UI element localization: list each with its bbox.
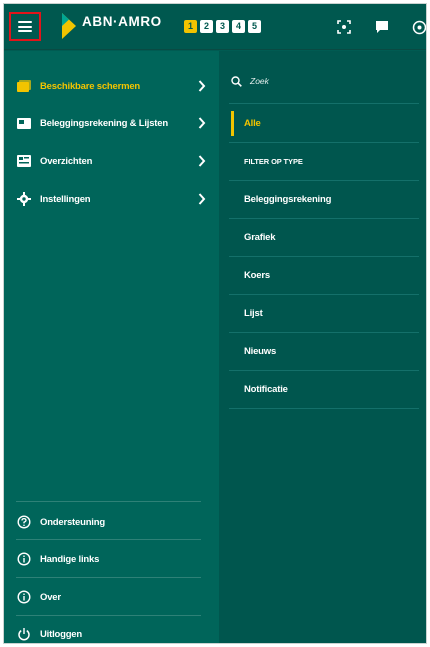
menu-item-beleggingsrekening-lijsten[interactable]: Beleggingsrekening & Lijsten <box>16 108 216 138</box>
chat-icon[interactable] <box>373 18 391 36</box>
filter-item-label: Notificatie <box>244 384 288 395</box>
search-icon <box>231 75 242 87</box>
info-icon <box>16 589 32 605</box>
gear-icon <box>16 191 32 207</box>
search-placeholder: Zoek <box>250 76 269 86</box>
workspace-tab-5[interactable]: 5 <box>248 20 261 33</box>
menu-item-handige-links[interactable]: Handige links <box>16 544 216 574</box>
menu-item-ondersteuning[interactable]: Ondersteuning <box>16 507 216 537</box>
shield-logo-icon <box>62 13 76 39</box>
menu-item-beschikbare-schermen[interactable]: Beschikbare schermen <box>16 71 216 101</box>
filter-item-label: Nieuws <box>244 346 277 357</box>
menu-item-overzichten[interactable]: Overzichten <box>16 146 216 176</box>
filter-type-header: FILTER OP TYPE <box>244 157 303 166</box>
app-window: ABN·AMRO 1 2 3 4 5 Beschikbare schermen … <box>3 3 427 644</box>
screenshot-icon[interactable] <box>335 18 353 36</box>
workspace-tab-1[interactable]: 1 <box>184 20 197 33</box>
menu-item-label: Ondersteuning <box>40 516 105 528</box>
menu-item-label: Overzichten <box>40 155 93 167</box>
filter-item-label: Alle <box>244 118 261 129</box>
menu-button[interactable] <box>9 12 41 41</box>
menu-item-instellingen[interactable]: Instellingen <box>16 184 216 214</box>
top-bar: ABN·AMRO 1 2 3 4 5 <box>4 4 426 50</box>
menu-item-label: Over <box>40 591 61 603</box>
close-circle-icon[interactable] <box>410 18 426 36</box>
help-icon <box>16 514 32 530</box>
filter-item-koers[interactable]: Koers <box>229 257 419 294</box>
divider <box>229 408 419 409</box>
divider <box>229 103 419 104</box>
filter-item-label: Koers <box>244 270 270 281</box>
menu-item-label: Uitloggen <box>40 628 82 640</box>
left-menu: Beschikbare schermen Beleggingsrekening … <box>4 51 219 643</box>
filter-item-notificatie[interactable]: Notificatie <box>229 371 419 408</box>
workspace-tab-3[interactable]: 3 <box>216 20 229 33</box>
brand-logo: ABN·AMRO <box>62 13 162 39</box>
brand-name: ABN·AMRO <box>82 14 162 29</box>
available-screens-panel: Zoek Alle FILTER OP TYPE Beleggingsreken… <box>219 51 426 643</box>
menu-item-label: Beschikbare schermen <box>40 80 141 92</box>
filter-item-label: Lijst <box>244 308 263 319</box>
menu-item-label: Instellingen <box>40 193 91 205</box>
filter-item-beleggingsrekening[interactable]: Beleggingsrekening <box>229 181 419 218</box>
filter-item-nieuws[interactable]: Nieuws <box>229 333 419 370</box>
menu-item-over[interactable]: Over <box>16 582 216 612</box>
workspace-tab-2[interactable]: 2 <box>200 20 213 33</box>
menu-icon <box>18 21 32 32</box>
menu-item-label: Beleggingsrekening & Lijsten <box>40 117 168 129</box>
search-field[interactable]: Zoek <box>231 69 269 93</box>
menu-item-uitloggen[interactable]: Uitloggen <box>16 619 216 643</box>
workspace-tabs: 1 2 3 4 5 <box>184 20 261 33</box>
filter-item-alle[interactable]: Alle <box>229 105 419 142</box>
filter-item-label: Beleggingsrekening <box>244 194 332 205</box>
menu-item-label: Handige links <box>40 553 100 565</box>
workspace-tab-4[interactable]: 4 <box>232 20 245 33</box>
portfolio-icon <box>16 115 32 131</box>
power-icon <box>16 626 32 642</box>
chevron-right-icon <box>198 80 206 92</box>
screens-icon <box>16 78 32 94</box>
divider <box>16 615 201 616</box>
divider <box>16 577 201 578</box>
divider <box>16 501 201 502</box>
chevron-right-icon <box>198 193 206 205</box>
overview-icon <box>16 153 32 169</box>
filter-item-label: Grafiek <box>244 232 276 243</box>
filter-item-grafiek[interactable]: Grafiek <box>229 219 419 256</box>
filter-item-lijst[interactable]: Lijst <box>229 295 419 332</box>
divider <box>16 539 201 540</box>
chevron-right-icon <box>198 117 206 129</box>
info-icon <box>16 551 32 567</box>
chevron-right-icon <box>198 155 206 167</box>
